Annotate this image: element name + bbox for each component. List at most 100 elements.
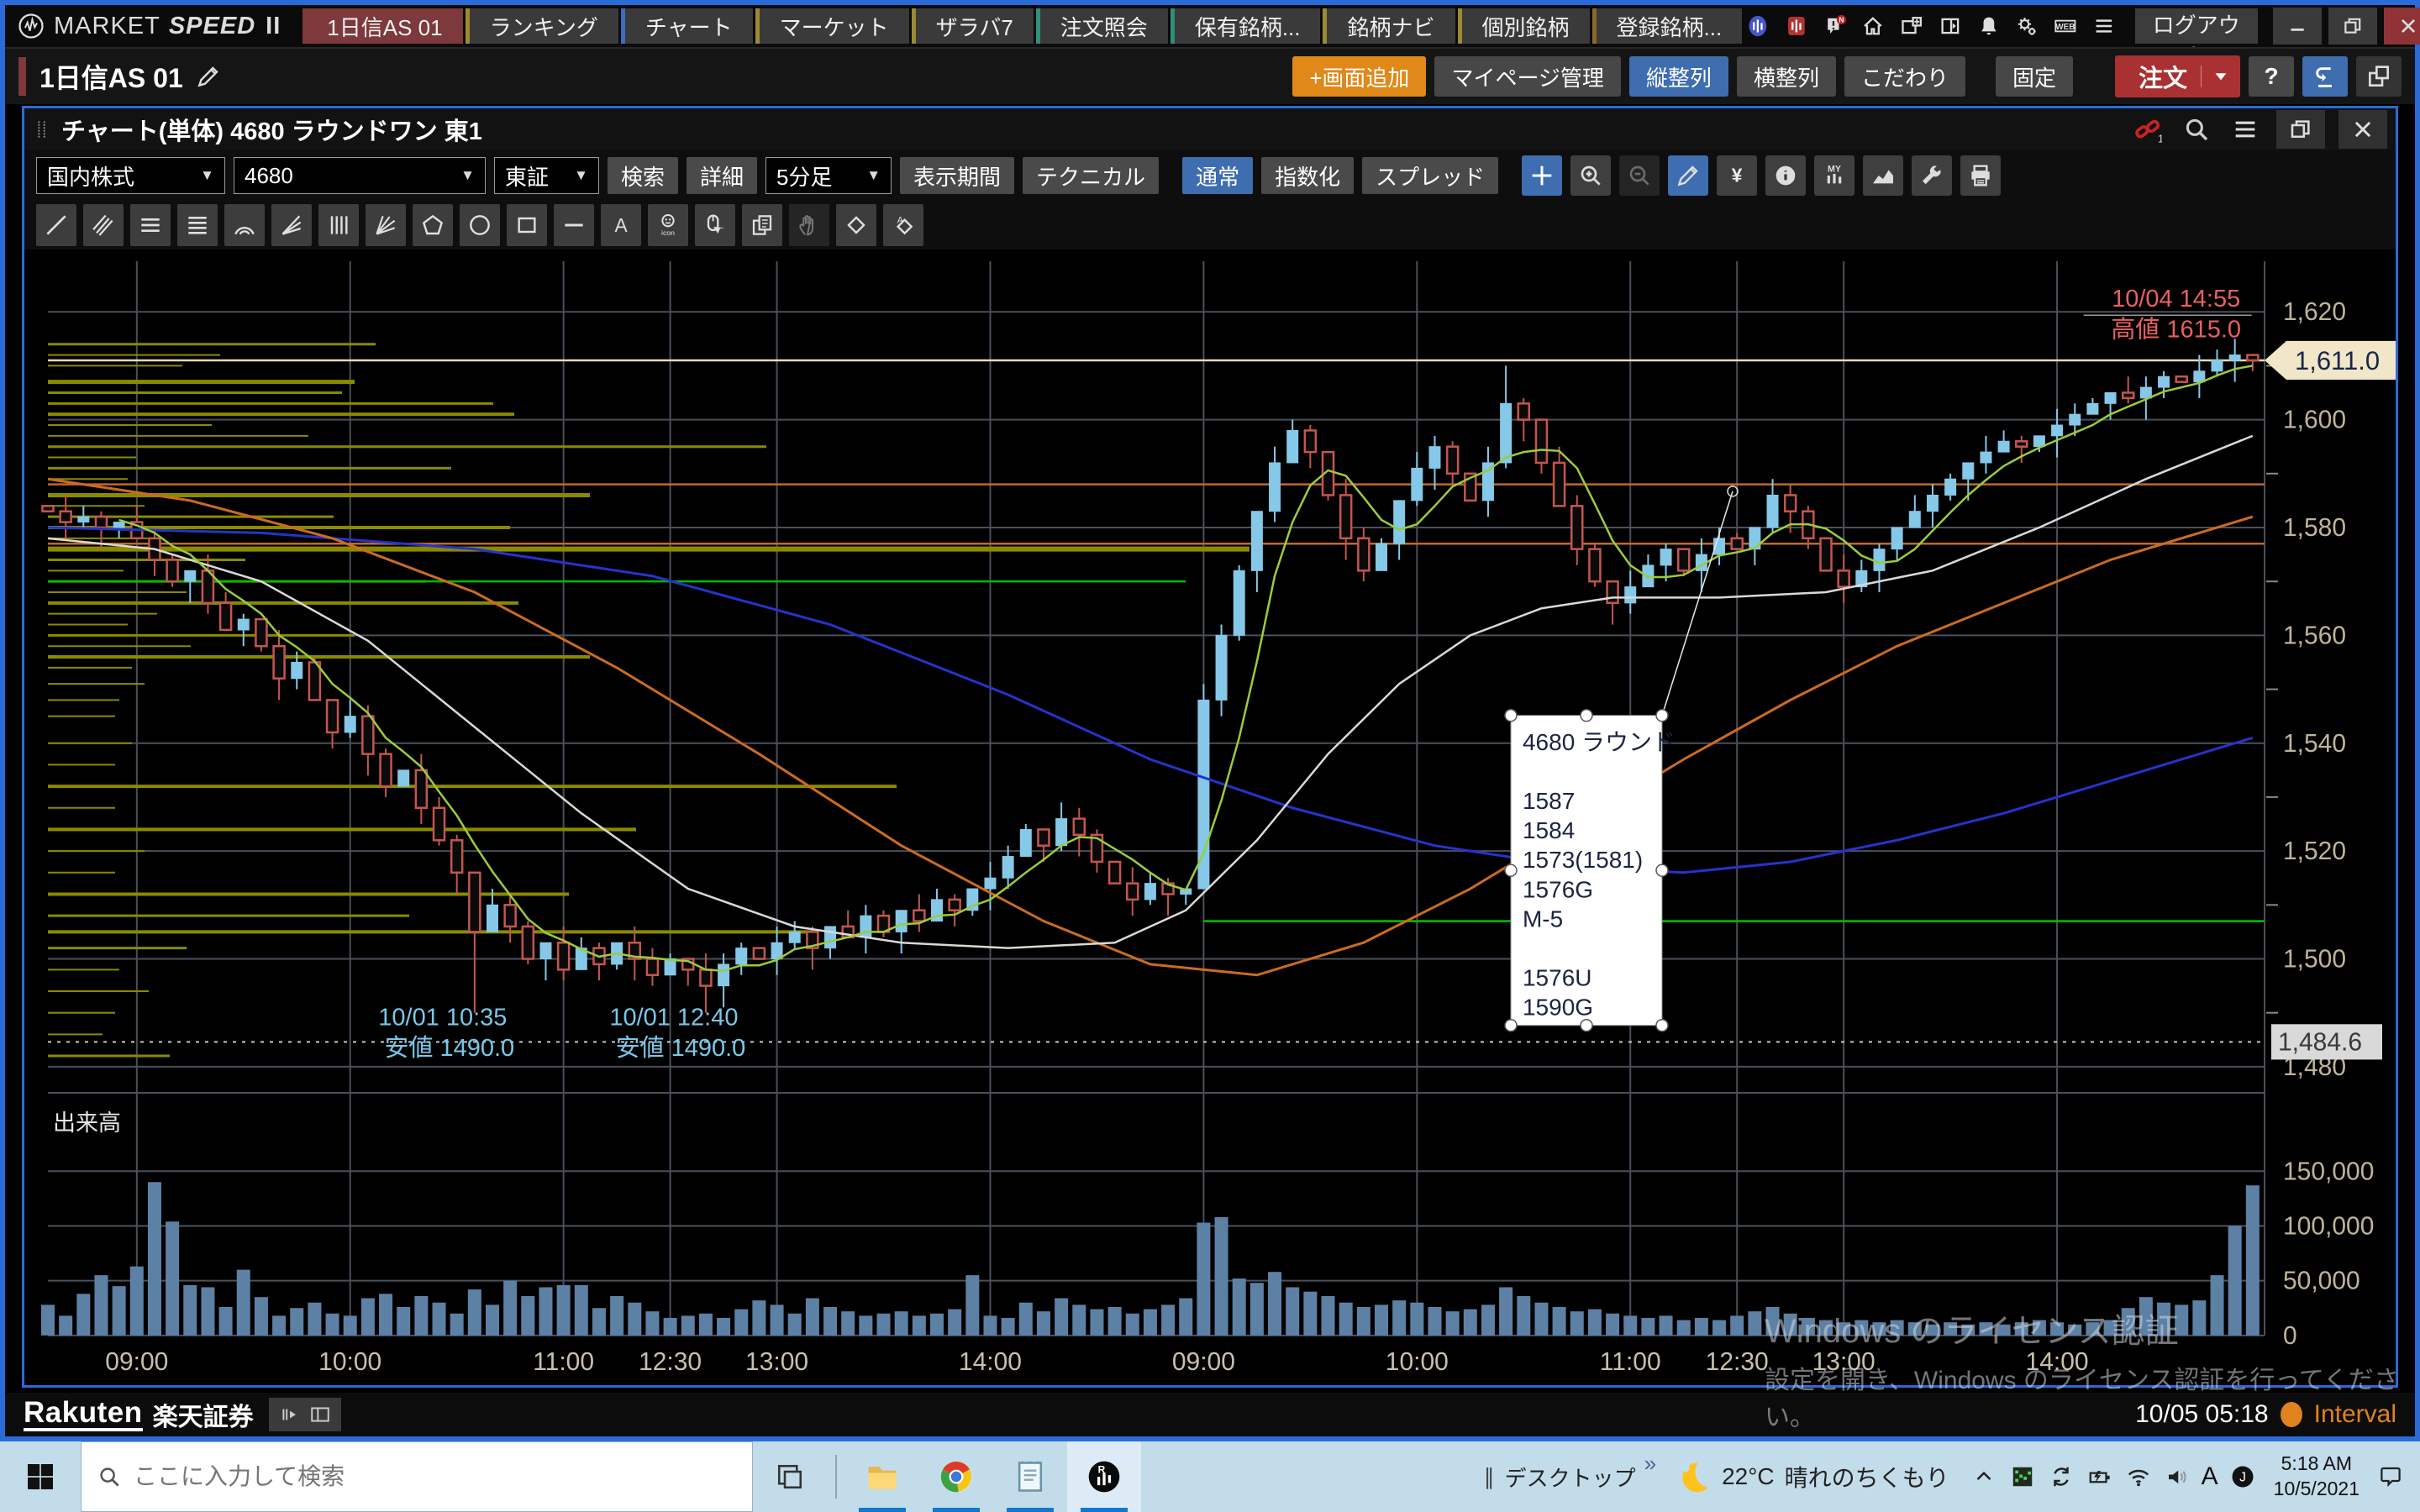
crosshair-icon-button[interactable] <box>1522 155 1562 196</box>
draw-tool-copy-button[interactable] <box>742 204 782 246</box>
zoom-in-icon-button[interactable] <box>1570 155 1611 196</box>
draw-tool-horizontal-line-button[interactable] <box>554 204 594 246</box>
note-resize-handle[interactable] <box>1505 1020 1517 1032</box>
ime-language-icon[interactable]: J <box>2223 1457 2262 1496</box>
draw-tool-icon-stamp-button[interactable]: icon <box>648 204 688 246</box>
mode-button-通常[interactable]: 通常 <box>1182 157 1253 194</box>
side-panel-icon[interactable] <box>1934 9 1966 43</box>
draw-tool-eraser-button[interactable] <box>836 204 876 246</box>
draw-tool-text-button[interactable]: A <box>601 204 641 246</box>
chart-area[interactable]: 1,6201,6001,5801,5601,5401,5201,5001,480… <box>24 249 2396 1385</box>
technical-button[interactable]: テクニカル <box>1023 157 1159 194</box>
wrench-icon-button[interactable] <box>1912 155 1952 196</box>
menu-tab-チャート[interactable]: チャート <box>621 8 753 44</box>
desktop-toolbar-label[interactable]: デスクトップ <box>1505 1462 1636 1493</box>
menu-tab-マーケット[interactable]: マーケット <box>755 8 909 44</box>
window-menu-icon[interactable] <box>2228 112 2263 147</box>
zoom-out-icon-button[interactable] <box>1619 155 1660 196</box>
wifi-icon[interactable] <box>2119 1457 2158 1496</box>
hamburger-menu-icon[interactable] <box>2088 9 2120 43</box>
draw-tool-fibonacci-arcs-button[interactable] <box>224 204 265 246</box>
draw-tool-eraser-all-button[interactable]: A <box>883 204 923 246</box>
taskbar-clock[interactable]: 5:18 AM 10/5/2021 <box>2274 1452 2360 1502</box>
chart-window-titlebar[interactable]: チャート(単体) 4680 ラウンドワン 東1 1 <box>24 108 2396 150</box>
draw-tool-trend-line-button[interactable] <box>36 204 76 246</box>
bell-icon[interactable] <box>1973 9 2005 43</box>
note-resize-handle[interactable] <box>1656 710 1668 722</box>
feedback-button[interactable] <box>2302 56 2348 97</box>
order-button[interactable]: 注文 <box>2115 55 2240 97</box>
chart-blue-icon[interactable] <box>1742 9 1774 43</box>
volume-icon[interactable] <box>2158 1457 2196 1496</box>
draw-tool-rectangle-button[interactable] <box>507 204 547 246</box>
toolbar-grip[interactable]: ∥ <box>1484 1464 1495 1490</box>
show-hidden-icons-chevron[interactable] <box>1965 1457 2003 1496</box>
window-close-button[interactable] <box>2338 110 2387 149</box>
file-explorer-button[interactable] <box>845 1441 919 1512</box>
add-window-icon[interactable] <box>1896 9 1928 43</box>
home-icon[interactable] <box>1857 9 1889 43</box>
tray-chart-app-icon[interactable] <box>2003 1457 2042 1496</box>
ime-mode-indicator[interactable]: A <box>2202 1462 2218 1491</box>
battery-icon[interactable] <box>2081 1457 2119 1496</box>
web-icon[interactable]: WEB <box>2049 9 2081 43</box>
help-button[interactable]: ? <box>2249 56 2294 97</box>
display-period-button[interactable]: 表示期間 <box>900 157 1014 194</box>
menu-tab-注文照会[interactable]: 注文照会 <box>1036 8 1168 44</box>
note-resize-handle[interactable] <box>1656 1020 1668 1032</box>
search-icon[interactable] <box>2179 112 2214 147</box>
taskbar-search-input[interactable] <box>134 1463 737 1490</box>
draw-tool-hand-button[interactable] <box>789 204 829 246</box>
symbol-search-button[interactable]: 検索 <box>608 157 678 194</box>
note-resize-handle[interactable] <box>1581 1020 1592 1032</box>
drag-handle-icon[interactable] <box>33 112 51 147</box>
pagebar-button-縦整列[interactable]: 縦整列 <box>1629 56 1728 97</box>
symbol-code-select[interactable]: 4680▼ <box>234 157 486 194</box>
menu-tab-保有銘柄...[interactable]: 保有銘柄... <box>1171 8 1321 44</box>
edit-page-name-icon[interactable] <box>195 63 222 90</box>
notepad-button[interactable] <box>993 1441 1067 1512</box>
link-group-icon[interactable]: 1 <box>2130 112 2165 147</box>
pagebar-button-固定[interactable]: 固定 <box>1996 56 2073 97</box>
minimize-button[interactable] <box>2273 8 2322 45</box>
draw-tool-pointer-button[interactable] <box>695 204 735 246</box>
draw-tool-fibonacci-fan-button[interactable] <box>271 204 312 246</box>
draw-tool-vertical-lines-button[interactable] <box>318 204 359 246</box>
close-button[interactable] <box>2384 8 2420 45</box>
pencil-icon-button[interactable] <box>1668 155 1708 196</box>
draw-tool-grid-lines-button[interactable] <box>177 204 218 246</box>
popout-button[interactable] <box>2356 56 2402 97</box>
notifications-alert-icon[interactable]: N <box>1819 9 1851 43</box>
weather-widget[interactable]: 22°C 晴れのちくもり <box>1675 1458 1949 1495</box>
area-chart-icon-button[interactable] <box>1863 155 1903 196</box>
menu-tab-個別銘柄[interactable]: 個別銘柄 <box>1458 8 1590 44</box>
pagebar-button-横整列[interactable]: 横整列 <box>1737 56 1836 97</box>
start-button[interactable] <box>0 1441 81 1512</box>
draw-tool-horizontal-lines-button[interactable] <box>130 204 171 246</box>
info-icon-button[interactable] <box>1765 155 1806 196</box>
timeframe-select[interactable]: 5分足▼ <box>765 157 892 194</box>
order-dropdown-caret-icon[interactable] <box>2201 66 2232 87</box>
draw-tool-parallel-lines-button[interactable] <box>83 204 124 246</box>
logout-button[interactable]: ログアウト <box>2135 8 2258 44</box>
chart-canvas[interactable]: 1,6201,6001,5801,5601,5401,5201,5001,480… <box>24 249 2396 1385</box>
task-view-button[interactable] <box>753 1441 827 1512</box>
news-ticker-toggle-button[interactable] <box>269 1398 341 1431</box>
note-resize-handle[interactable] <box>1505 864 1517 876</box>
yen-icon-button[interactable]: ¥ <box>1717 155 1757 196</box>
market-select[interactable]: 国内株式▼ <box>36 157 225 194</box>
pagebar-button-こだわり[interactable]: こだわり <box>1844 56 1965 97</box>
toolbar-overflow-chevron[interactable]: » <box>1644 1451 1656 1477</box>
exchange-select[interactable]: 東証▼ <box>494 157 599 194</box>
draw-tool-pentagon-button[interactable] <box>413 204 453 246</box>
sync-icon[interactable] <box>2042 1457 2081 1496</box>
mode-button-スプレッド[interactable]: スプレッド <box>1362 157 1498 194</box>
detail-button[interactable]: 詳細 <box>687 157 757 194</box>
menu-tab-登録銘柄...[interactable]: 登録銘柄... <box>1592 8 1743 44</box>
pagebar-button-+画面追加[interactable]: +画面追加 <box>1292 56 1426 97</box>
taskbar-search[interactable] <box>81 1441 753 1512</box>
note-resize-handle[interactable] <box>1505 710 1517 722</box>
settings-gear-icon[interactable] <box>2011 9 2043 43</box>
draw-tool-gann-fan-button[interactable] <box>366 204 406 246</box>
marketspeed-taskbar-button[interactable]: R <box>1067 1441 1141 1512</box>
